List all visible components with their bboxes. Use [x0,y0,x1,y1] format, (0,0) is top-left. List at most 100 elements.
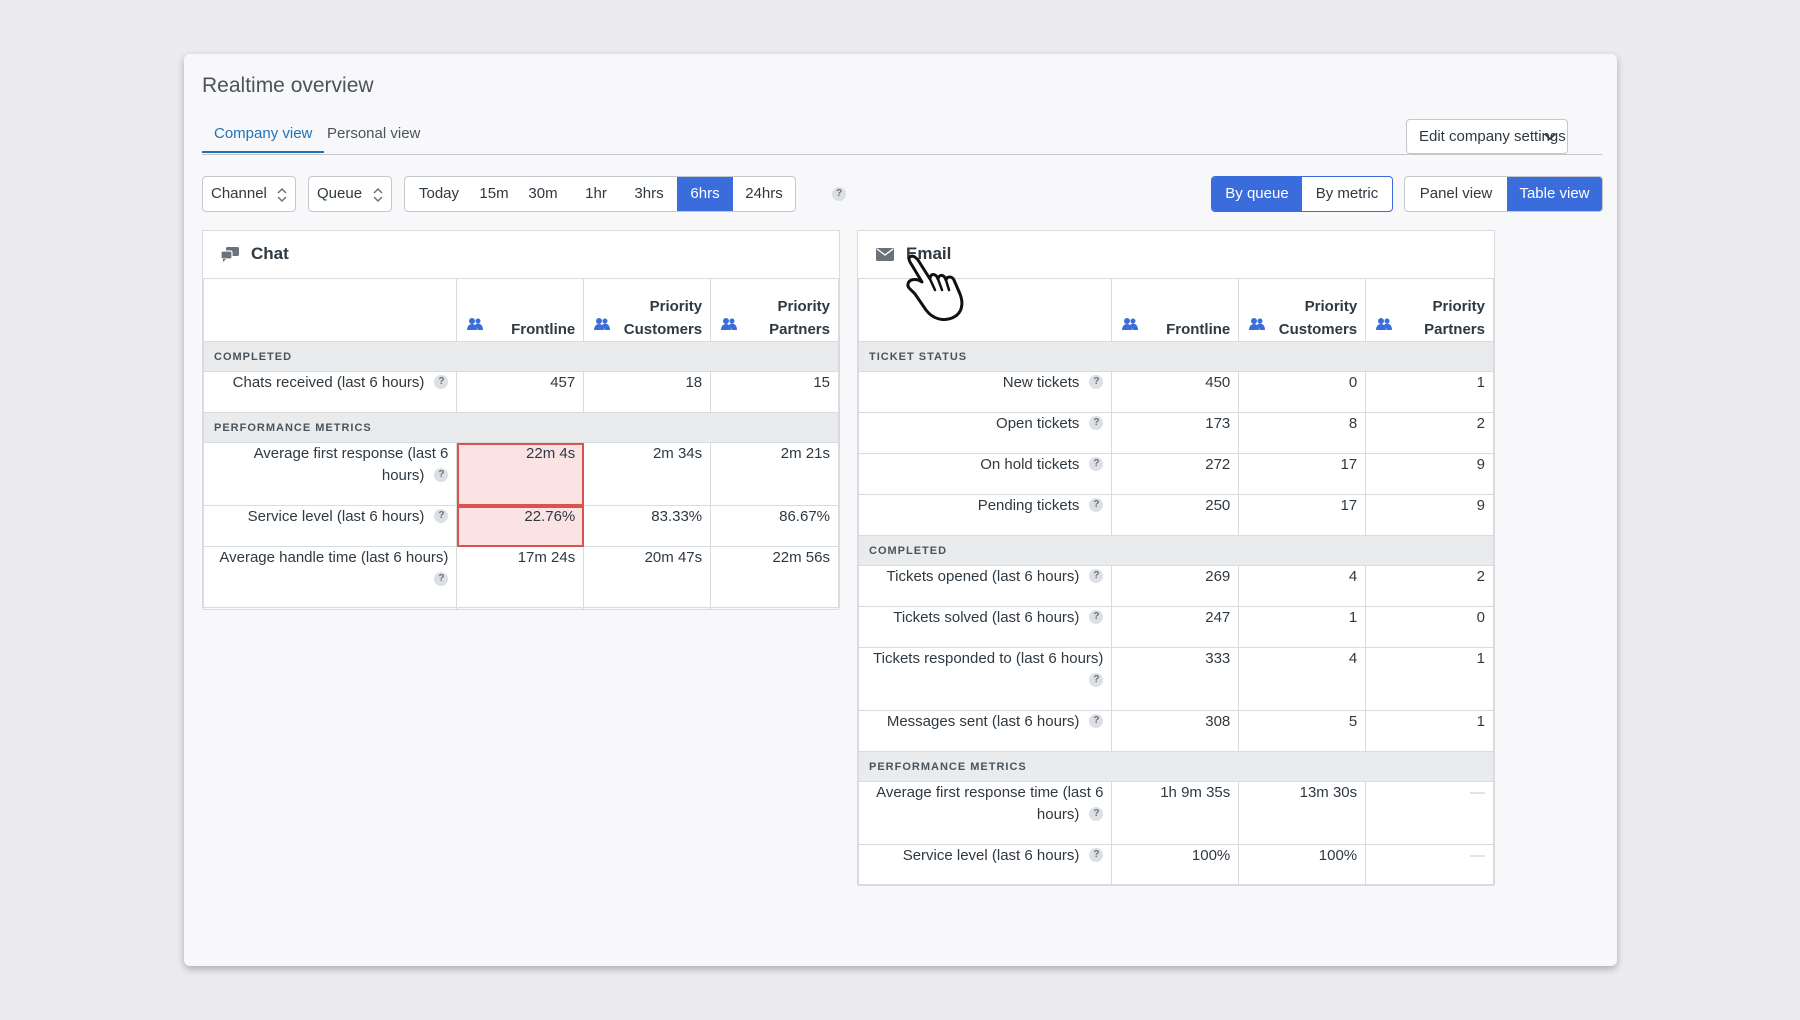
help-icon[interactable]: ? [1089,569,1104,583]
range-today-button[interactable]: Today [405,177,473,211]
help-icon[interactable]: ? [1089,457,1104,471]
panel-view-button[interactable]: Panel view [1405,177,1507,211]
page-title: Realtime overview [202,74,374,97]
hand-pointer-cursor-icon [906,254,964,322]
table-row: On hold tickets? 272 17 9 [857,453,1494,495]
range-3hrs-button[interactable]: 3hrs [621,177,677,211]
help-icon[interactable]: ? [434,509,449,523]
value-cell: 0 [1365,606,1494,648]
email-panel: Email Frontline Priority Customers Priori… [857,230,1495,886]
section-row-completed: COMPLETED [858,535,1494,566]
help-icon[interactable]: ? [1089,610,1104,624]
column-header-priority-partners: Priority Partners [710,278,839,342]
metric-label: Average first response (last 6 hours)? [202,442,458,506]
help-icon[interactable]: ? [1089,807,1104,821]
metric-label: Tickets opened (last 6 hours)? [857,565,1113,607]
range-15m-button[interactable]: 15m [473,177,515,211]
table-row: Average first response time (last 6 hour… [857,781,1494,845]
chat-title-text: Chat [251,244,289,263]
empty-header-cell [857,278,1113,342]
metric-label: Average first response time (last 6 hour… [857,781,1113,845]
value-cell: 86.67% [710,505,839,547]
grouping-toggle: By queue By metric [1211,176,1393,212]
help-icon[interactable]: ? [1089,375,1104,389]
help-icon[interactable]: ? [434,468,449,482]
chat-panel: Chat Frontline Priority Customers Priorit… [202,230,840,610]
value-cell: 173 [1111,412,1240,454]
realtime-overview-window: Realtime overview Company view Personal … [184,54,1617,966]
help-icon[interactable]: ? [434,572,449,586]
by-queue-button[interactable]: By queue [1212,177,1302,211]
group-icon [594,318,611,330]
table-row: Average handle time (last 6 hours)? 17m … [202,546,839,610]
help-icon[interactable]: ? [1089,416,1104,430]
chat-panel-title: Chat [220,231,289,277]
value-cell: 2m 34s [583,442,712,506]
range-1hr-button[interactable]: 1hr [571,177,621,211]
help-icon[interactable]: ? [434,375,449,389]
table-row: Pending tickets? 250 17 9 [857,494,1494,536]
value-cell: 17m 24s [456,546,585,610]
help-icon[interactable]: ? [1089,673,1104,687]
help-icon[interactable]: ? [1089,498,1104,512]
column-header-frontline: Frontline [456,278,585,342]
metric-label: Average handle time (last 6 hours)? [202,546,458,610]
group-icon [1122,318,1139,330]
value-cell: 9 [1365,494,1494,536]
value-cell: 100% [1238,844,1367,886]
value-cell: 2 [1365,412,1494,454]
tab-personal-view[interactable]: Personal view [315,126,432,153]
value-cell-highlighted: 22m 4s [456,442,585,506]
metric-label: On hold tickets? [857,453,1113,495]
value-cell: 269 [1111,565,1240,607]
table-row: Service level (last 6 hours)? 100% 100% … [857,844,1494,886]
range-24hrs-button[interactable]: 24hrs [733,177,795,211]
value-cell: 333 [1111,647,1240,711]
time-range-selector: Today 15m 30m 1hr 3hrs 6hrs 24hrs [404,176,796,212]
column-header-priority-partners: Priority Partners [1365,278,1494,342]
help-icon[interactable]: ? [1089,848,1104,862]
value-cell: 9 [1365,453,1494,495]
queue-select-value: Queue [317,185,363,202]
value-cell: 250 [1111,494,1240,536]
column-header-priority-customers: Priority Customers [583,278,712,342]
metric-label: Tickets solved (last 6 hours)? [857,606,1113,648]
value-cell: 1 [1365,647,1494,711]
tab-company-view[interactable]: Company view [202,126,325,153]
queue-select[interactable]: Queue [308,176,392,212]
value-cell: 0 [1238,371,1367,413]
value-cell: 15 [710,371,839,413]
table-row: Tickets solved (last 6 hours)? 247 1 0 [857,606,1494,648]
channel-select[interactable]: Channel [202,176,296,212]
by-metric-button[interactable]: By metric [1302,177,1392,211]
value-cell: 83.33% [583,505,712,547]
chat-bubbles-icon [220,247,239,263]
group-icon [1376,318,1393,330]
range-6hrs-button[interactable]: 6hrs [677,177,733,211]
value-cell-empty: — [1365,781,1494,845]
help-icon[interactable]: ? [1089,714,1104,728]
value-cell: 272 [1111,453,1240,495]
range-30m-button[interactable]: 30m [515,177,571,211]
sort-chevrons-icon [373,187,383,203]
value-cell: 17 [1238,453,1367,495]
value-cell: 2m 21s [710,442,839,506]
value-cell: 2 [1365,565,1494,607]
value-cell: 5 [1238,710,1367,752]
value-cell: 20m 47s [583,546,712,610]
empty-header-cell [202,278,458,342]
value-cell: 100% [1111,844,1240,886]
table-row: Messages sent (last 6 hours)? 308 5 1 [857,710,1494,752]
table-row: Chats received (last 6 hours)? 457 18 15 [202,371,839,413]
value-cell: 1 [1365,371,1494,413]
envelope-icon [876,248,894,262]
section-row-ticket-status: TICKET STATUS [858,341,1494,372]
section-row-completed: COMPLETED [203,341,839,372]
edit-company-settings-button[interactable]: Edit company settings [1406,119,1568,154]
value-cell: 4 [1238,565,1367,607]
group-icon [1249,318,1266,330]
column-header-priority-customers: Priority Customers [1238,278,1367,342]
group-icon [467,318,484,330]
time-range-help-icon[interactable]: ? [832,187,846,201]
table-view-button[interactable]: Table view [1507,177,1602,211]
